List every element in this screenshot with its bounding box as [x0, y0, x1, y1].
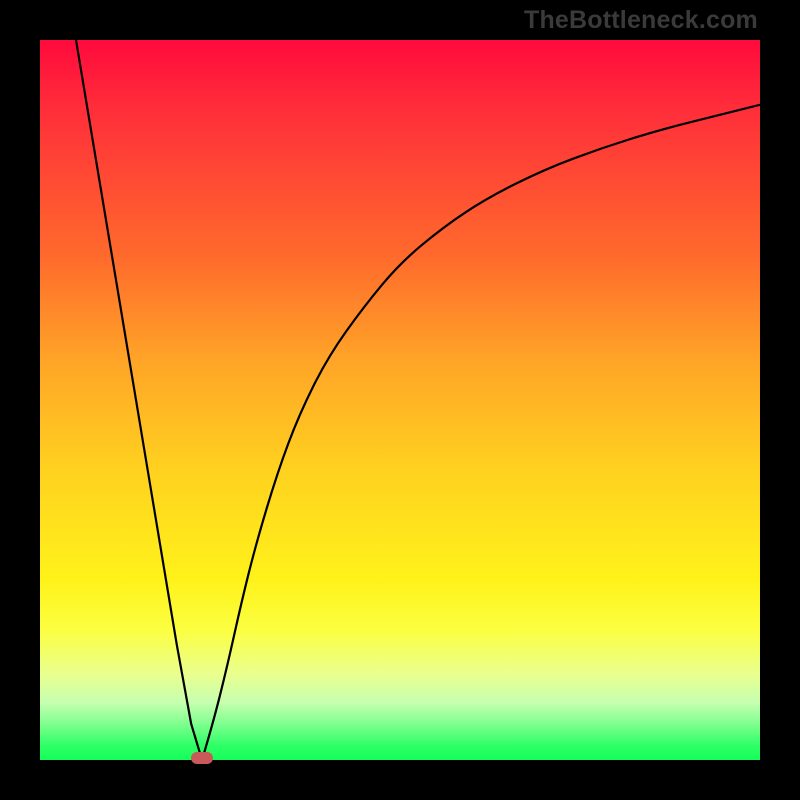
- bottleneck-curve-left: [76, 40, 202, 760]
- watermark-text: TheBottleneck.com: [524, 6, 758, 35]
- bottleneck-curve-right: [202, 105, 760, 760]
- curve-svg: [40, 40, 760, 760]
- plot-area: [40, 40, 760, 760]
- chart-frame: TheBottleneck.com: [0, 0, 800, 800]
- optimum-marker: [191, 752, 213, 764]
